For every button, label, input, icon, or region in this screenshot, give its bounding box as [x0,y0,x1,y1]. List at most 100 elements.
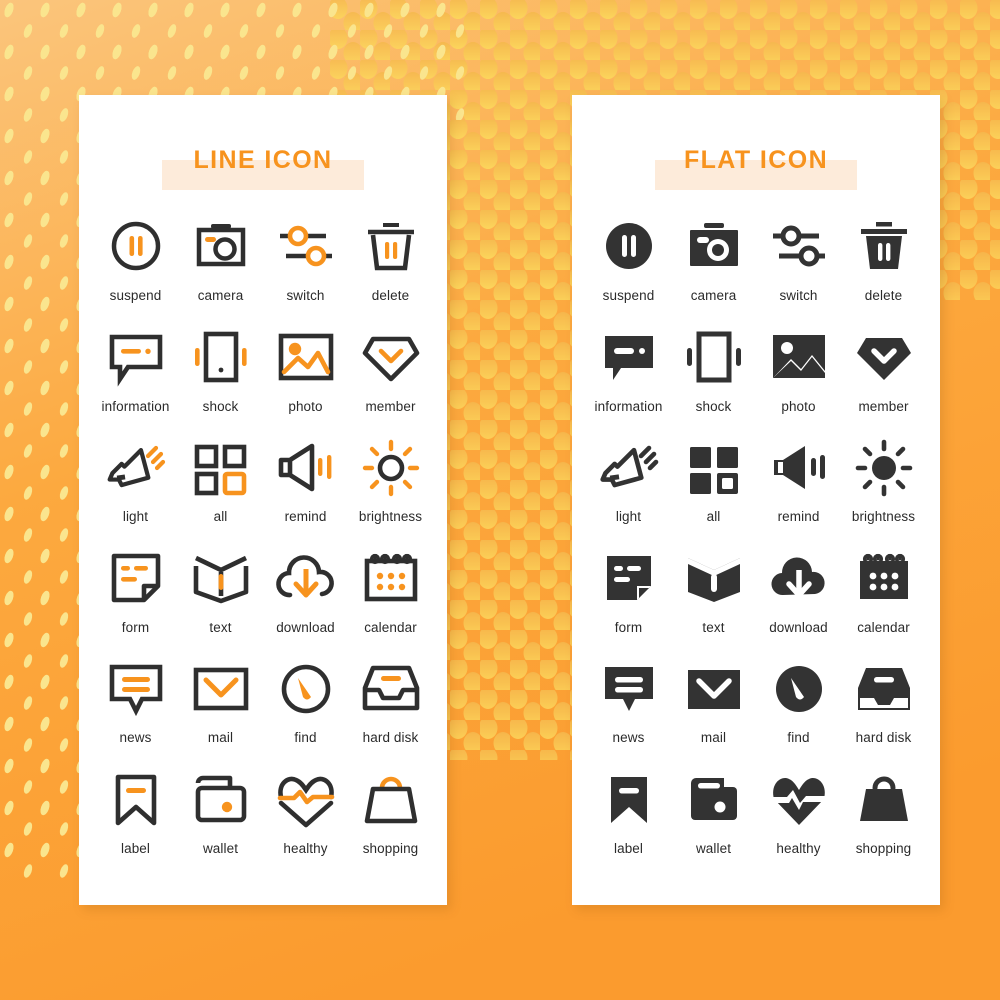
camera-icon [689,223,738,266]
wallet-icon [195,775,246,822]
icon-cell-shock[interactable]: shock [178,327,263,414]
icon-cell-light[interactable]: light [586,437,671,524]
icon-cell-form[interactable]: form [93,548,178,635]
news-bubble-icon [604,667,653,711]
open-book-icon [687,557,740,602]
icon-cell-switch[interactable]: switch [263,216,348,303]
icon-label: delete [371,288,410,303]
image-icon [772,334,825,378]
line-panel-title-text: LINE ICON [193,146,333,174]
icon-label: all [706,509,721,524]
icon-cell-news[interactable]: news [586,658,671,745]
icon-cell-shopping[interactable]: shopping [348,769,433,856]
icon-cell-healthy[interactable]: healthy [756,769,841,856]
icon-cell-member[interactable]: member [348,327,433,414]
icon-cell-news[interactable]: news [93,658,178,745]
vibrate-phone-icon [194,331,247,382]
shopping-bag-icon [364,776,417,823]
icon-label: camera [197,288,244,303]
icon-cell-calendar[interactable]: calendar [841,548,926,635]
icon-label: text [702,619,725,635]
icon-cell-brightness[interactable]: brightness [348,437,433,524]
icon-label: remind [777,509,820,524]
line-panel-title: LINE ICON [79,142,447,202]
icon-cell-form[interactable]: form [586,548,671,635]
icon-cell-brightness[interactable]: brightness [841,437,926,524]
icon-label: shock [202,398,239,414]
icon-cell-find[interactable]: find [263,658,348,745]
icon-cell-remind[interactable]: remind [263,437,348,524]
icon-label: photo [288,398,323,414]
icon-label: photo [781,398,816,414]
icon-label: member [858,398,909,414]
grid-squares-icon [194,444,246,496]
icon-cell-text[interactable]: text [671,548,756,635]
icon-cell-wallet[interactable]: wallet [178,769,263,856]
icon-cell-mail[interactable]: mail [178,658,263,745]
icon-label: calendar [364,619,417,635]
icon-cell-remind[interactable]: remind [756,437,841,524]
icon-cell-download[interactable]: download [263,548,348,635]
hard-disk-icon [857,668,910,710]
vibrate-phone-icon [686,331,741,382]
sun-icon [362,439,419,497]
icon-label: delete [864,288,903,303]
icon-label: mail [207,730,234,745]
icon-cell-photo[interactable]: photo [756,327,841,414]
sliders-icon [279,225,332,267]
icon-cell-download[interactable]: download [756,548,841,635]
icon-cell-hard-disk[interactable]: hard disk [841,658,926,745]
icon-label: text [209,619,232,635]
icon-cell-photo[interactable]: photo [263,327,348,414]
icon-cell-shock[interactable]: shock [671,327,756,414]
icon-cell-member[interactable]: member [841,327,926,414]
icon-cell-text[interactable]: text [178,548,263,635]
icon-cell-delete[interactable]: delete [348,216,433,303]
shopping-bag-icon [859,776,908,821]
icon-cell-all[interactable]: all [671,437,756,524]
icon-cell-healthy[interactable]: healthy [263,769,348,856]
icon-cell-find[interactable]: find [756,658,841,745]
mail-icon [193,667,248,711]
icon-cell-light[interactable]: light [93,437,178,524]
icon-label: hard disk [362,730,419,745]
compass-icon [281,664,330,714]
icon-label: brightness [851,509,916,524]
icon-cell-shopping[interactable]: shopping [841,769,926,856]
icon-cell-delete[interactable]: delete [841,216,926,303]
icon-label: find [294,730,317,745]
icon-cell-information[interactable]: information [93,327,178,414]
icon-label: wallet [695,840,732,856]
icon-label: all [213,509,228,524]
document-fold-icon [111,553,160,602]
icon-cell-suspend[interactable]: suspend [93,216,178,303]
trash-icon [860,222,907,269]
icon-label: download [769,619,828,635]
icon-cell-camera[interactable]: camera [178,216,263,303]
icon-label: hard disk [855,730,912,745]
icon-cell-suspend[interactable]: suspend [586,216,671,303]
icon-cell-label[interactable]: label [586,769,671,856]
icon-label: switch [286,288,325,303]
icon-cell-switch[interactable]: switch [756,216,841,303]
icon-cell-all[interactable]: all [178,437,263,524]
icon-cell-hard-disk[interactable]: hard disk [348,658,433,745]
speech-bubble-icon [604,335,653,380]
camera-icon [196,224,245,267]
icon-cell-wallet[interactable]: wallet [671,769,756,856]
icon-label: calendar [857,619,910,635]
icon-cell-calendar[interactable]: calendar [348,548,433,635]
grid-squares-icon [689,447,738,494]
icon-label: switch [779,288,818,303]
icon-cell-mail[interactable]: mail [671,658,756,745]
icon-label: shopping [855,840,912,856]
icon-label: camera [690,288,737,303]
icon-cell-label[interactable]: label [93,769,178,856]
icon-cell-information[interactable]: information [586,327,671,414]
icon-label: suspend [602,288,655,303]
bookmark-icon [610,776,647,823]
icon-label: shopping [362,840,419,856]
icon-cell-camera[interactable]: camera [671,216,756,303]
icon-label: news [119,730,152,745]
sun-icon [855,439,912,497]
